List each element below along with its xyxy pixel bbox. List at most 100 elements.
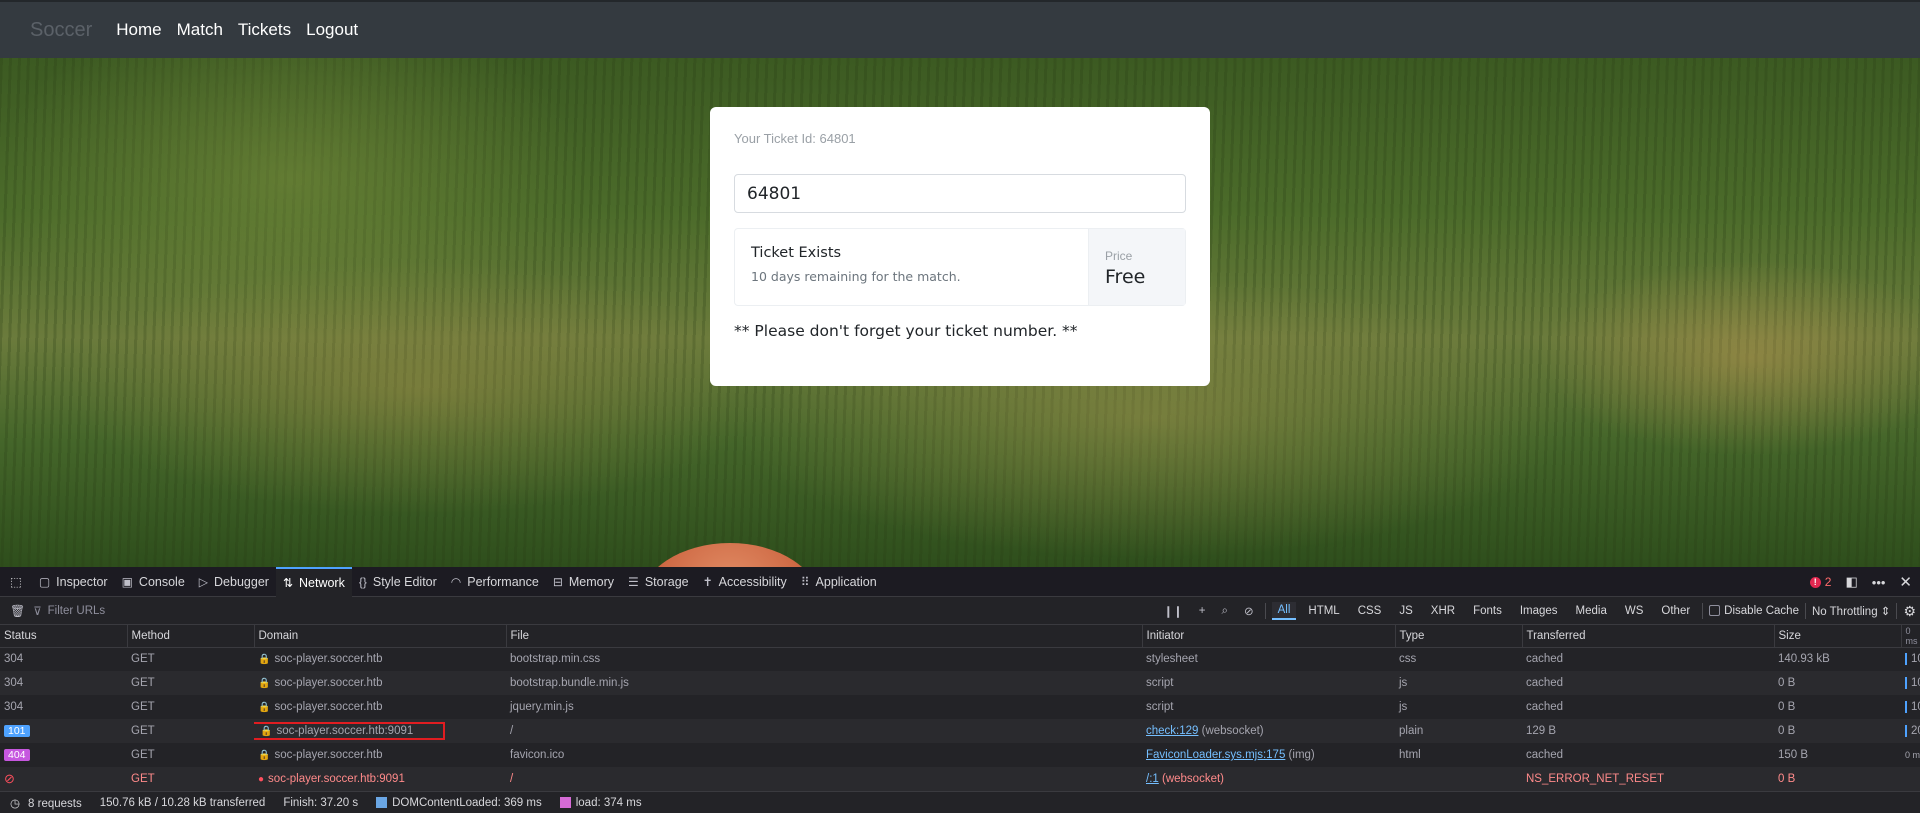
throttling-select[interactable]: No Throttling ⇕ (1812, 604, 1890, 618)
table-row[interactable]: 404 GET 🔒 soc-player.soccer.htb favicon.i… (0, 743, 1920, 767)
memory-icon: ⊟ (552, 574, 563, 589)
filter-xhr[interactable]: XHR (1425, 603, 1461, 619)
performance-icon: ◠ (450, 574, 462, 589)
initiator-link[interactable]: /:1 (1146, 773, 1159, 785)
column-header-domain[interactable]: Domain (254, 625, 507, 648)
column-header-transferred[interactable]: Transferred (1522, 625, 1775, 648)
insecure-lock-icon: 🔒 (258, 702, 271, 713)
type-cell (1395, 767, 1522, 791)
status-cell: 304 (4, 701, 24, 713)
type-cell: html (1399, 749, 1421, 761)
timer-icon: ◷ (10, 797, 21, 810)
dom-loaded-swatch (376, 796, 388, 808)
error-count-badge[interactable]: ! 2 (1809, 575, 1831, 589)
application-icon: ⠿ (800, 574, 810, 589)
element-picker-icon[interactable]: ⬚ (0, 567, 32, 597)
transferred-cell: 129 B (1522, 719, 1774, 743)
toolbar-separator (1264, 603, 1266, 619)
waterfall-cell (1901, 767, 1920, 791)
block-icon[interactable]: ⊘ (1239, 604, 1259, 618)
waterfall-cell: 201 (1901, 719, 1920, 743)
soccer-ball-image (640, 543, 820, 567)
initiator-link[interactable]: check:129 (1146, 725, 1198, 737)
column-header-size[interactable]: Size (1774, 625, 1902, 648)
pause-icon[interactable]: ❙❙ (1159, 604, 1188, 618)
column-header-initiator[interactable]: Initiator (1142, 625, 1396, 648)
size-cell: 0 B (1774, 671, 1901, 695)
initiator-cell: stylesheet (1146, 653, 1198, 666)
initiator-cell: /:1 (websocket) (1142, 767, 1395, 791)
insecure-lock-icon: 🔒 (260, 726, 273, 737)
filter-css[interactable]: CSS (1352, 603, 1388, 619)
table-row[interactable]: 304 GET 🔒 soc-player.soccer.htb bootstrap… (0, 671, 1920, 695)
transferred-cell: cached (1526, 701, 1564, 713)
transferred-cell: cached (1522, 671, 1774, 695)
domain-cell: 🔒 soc-player.soccer.htb (258, 749, 383, 761)
filter-ws[interactable]: WS (1619, 603, 1650, 619)
nav-link-match[interactable]: Match (177, 20, 223, 40)
status-cell: 404 (0, 743, 127, 767)
dock-side-icon[interactable]: ◧ (1845, 574, 1857, 590)
tab-storage[interactable]: ☰ Storage (621, 567, 696, 597)
tab-debugger[interactable]: ▷ Debugger (192, 567, 276, 597)
network-icon: ⇅ (282, 575, 293, 590)
table-row[interactable]: ⊘ GET ● soc-player.soccer.htb:9091 / /:1 … (0, 767, 1920, 791)
ticket-number-input[interactable] (734, 174, 1186, 213)
filter-js[interactable]: JS (1393, 603, 1418, 619)
initiator-cell: check:129 (websocket) (1142, 719, 1395, 743)
table-row[interactable]: 304 GET 🔒 soc-player.soccer.htb bootstrap… (0, 647, 1920, 671)
nav-link-home[interactable]: Home (116, 20, 161, 40)
table-row[interactable]: 304 GET 🔒 soc-player.soccer.htb jquery.mi… (0, 695, 1920, 719)
initiator-cell: script (1142, 671, 1395, 695)
style-editor-icon: {} (358, 574, 367, 589)
tab-application[interactable]: ⠿ Application (794, 567, 884, 597)
status-cell: 304 (4, 653, 24, 666)
method-cell: GET (127, 671, 254, 695)
accessibility-icon: ✝ (702, 574, 713, 589)
clear-requests-icon[interactable]: 🗑 (10, 604, 25, 618)
add-icon[interactable]: + (1194, 605, 1211, 617)
filter-images[interactable]: Images (1514, 603, 1564, 619)
column-header-type[interactable]: Type (1395, 625, 1523, 648)
size-cell: 150 B (1778, 749, 1809, 761)
insecure-lock-icon: 🔒 (258, 654, 271, 666)
transferred-cell: cached (1526, 749, 1564, 761)
settings-gear-icon[interactable]: ⚙ (1903, 603, 1916, 620)
nav-link-tickets[interactable]: Tickets (238, 20, 291, 40)
filter-fonts[interactable]: Fonts (1467, 603, 1508, 619)
filter-media[interactable]: Media (1570, 603, 1613, 619)
tab-network[interactable]: ⇅ Network (275, 566, 352, 597)
filter-urls-input[interactable]: ⊽ Filter URLs (33, 604, 105, 618)
status-badge: 404 (4, 749, 30, 761)
filter-all[interactable]: All (1271, 602, 1297, 620)
filter-html[interactable]: HTML (1302, 603, 1345, 619)
table-row[interactable]: 101 GET 🔒 soc-player.soccer.htb:9091 / ch… (0, 719, 1920, 743)
status-cell: 101 (0, 719, 127, 743)
column-header-waterfall[interactable]: 0 ms (1901, 625, 1920, 648)
toolbar-separator (1702, 603, 1704, 619)
column-header-method[interactable]: Method (127, 625, 255, 648)
tab-inspector[interactable]: ▢ Inspector (32, 567, 115, 597)
column-header-status[interactable]: Status (0, 625, 128, 648)
tab-memory[interactable]: ⊟ Memory (546, 567, 621, 597)
brand-logo[interactable]: Soccer (30, 19, 92, 42)
tab-performance[interactable]: ◠ Performance (444, 567, 546, 597)
nav-link-logout[interactable]: Logout (306, 20, 358, 40)
file-cell: / (506, 767, 1142, 791)
size-cell: 140.93 kB (1778, 653, 1830, 666)
tab-style-editor[interactable]: {} Style Editor (352, 567, 444, 597)
column-header-file[interactable]: File (506, 625, 1143, 648)
tab-console[interactable]: ▣ Console (115, 567, 192, 597)
console-icon: ▣ (121, 574, 133, 589)
file-cell: bootstrap.min.css (510, 653, 601, 666)
initiator-link[interactable]: FaviconLoader.sys.mjs:175 (1146, 749, 1285, 761)
checkbox-icon (1709, 605, 1721, 617)
error-icon: ● (258, 774, 265, 785)
more-options-icon[interactable]: ••• (1872, 575, 1886, 590)
tab-accessibility[interactable]: ✝ Accessibility (696, 567, 794, 597)
domain-cell: 🔒 soc-player.soccer.htb (254, 671, 506, 695)
close-devtools-icon[interactable]: ✕ (1899, 573, 1912, 591)
search-icon[interactable]: ⌕ (1217, 605, 1233, 618)
disable-cache-checkbox[interactable]: Disable Cache (1709, 605, 1799, 617)
filter-other[interactable]: Other (1655, 603, 1696, 619)
